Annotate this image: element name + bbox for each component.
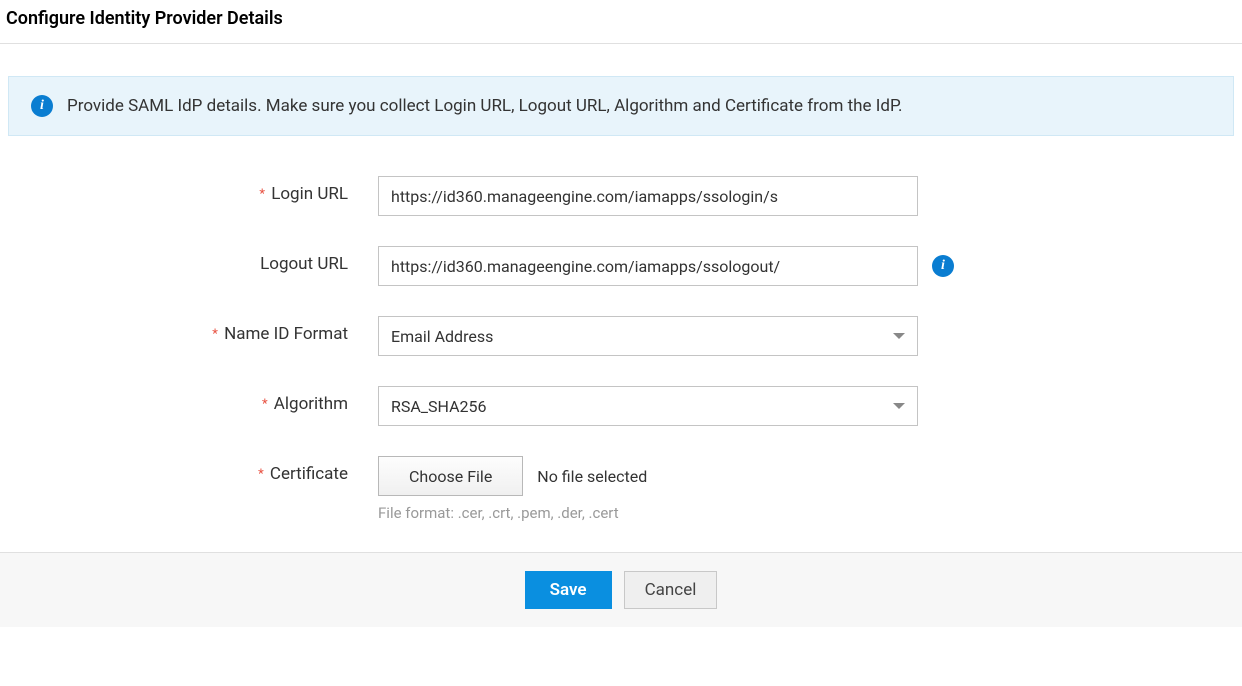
field-algorithm: * Algorithm RSA_SHA256 xyxy=(8,386,1234,426)
chevron-down-icon xyxy=(893,403,905,409)
choose-file-button[interactable]: Choose File xyxy=(378,456,523,496)
algorithm-select[interactable]: RSA_SHA256 xyxy=(378,386,918,426)
info-banner-text: Provide SAML IdP details. Make sure you … xyxy=(67,96,902,116)
certificate-hint: File format: .cer, .crt, .pem, .der, .ce… xyxy=(378,504,619,522)
algorithm-value: RSA_SHA256 xyxy=(391,397,486,416)
login-url-input[interactable] xyxy=(378,176,918,216)
required-mark-icon: * xyxy=(262,397,268,412)
logout-url-help-icon[interactable]: i xyxy=(932,255,954,277)
algorithm-label: * Algorithm xyxy=(8,386,378,414)
save-button[interactable]: Save xyxy=(525,571,612,609)
logout-url-label: Logout URL xyxy=(8,246,378,274)
info-icon: i xyxy=(31,95,53,117)
login-url-label: * Login URL xyxy=(8,176,378,204)
page-title: Configure Identity Provider Details xyxy=(0,0,1242,44)
form-body: * Login URL Logout URL i * Name ID Forma… xyxy=(8,176,1234,552)
certificate-label: * Certificate xyxy=(8,456,378,484)
field-logout-url: Logout URL i xyxy=(8,246,1234,286)
footer-bar: Save Cancel xyxy=(0,552,1242,627)
cancel-button[interactable]: Cancel xyxy=(624,571,718,609)
info-banner: i Provide SAML IdP details. Make sure yo… xyxy=(8,76,1234,136)
required-mark-icon: * xyxy=(259,187,265,202)
name-id-format-value: Email Address xyxy=(391,327,493,346)
name-id-format-label: * Name ID Format xyxy=(8,316,378,344)
field-certificate: * Certificate Choose File No file select… xyxy=(8,456,1234,496)
certificate-file-status: No file selected xyxy=(537,467,647,486)
field-name-id-format: * Name ID Format Email Address xyxy=(8,316,1234,356)
required-mark-icon: * xyxy=(258,467,264,482)
name-id-format-select[interactable]: Email Address xyxy=(378,316,918,356)
required-mark-icon: * xyxy=(212,327,218,342)
field-login-url: * Login URL xyxy=(8,176,1234,216)
chevron-down-icon xyxy=(893,333,905,339)
logout-url-input[interactable] xyxy=(378,246,918,286)
